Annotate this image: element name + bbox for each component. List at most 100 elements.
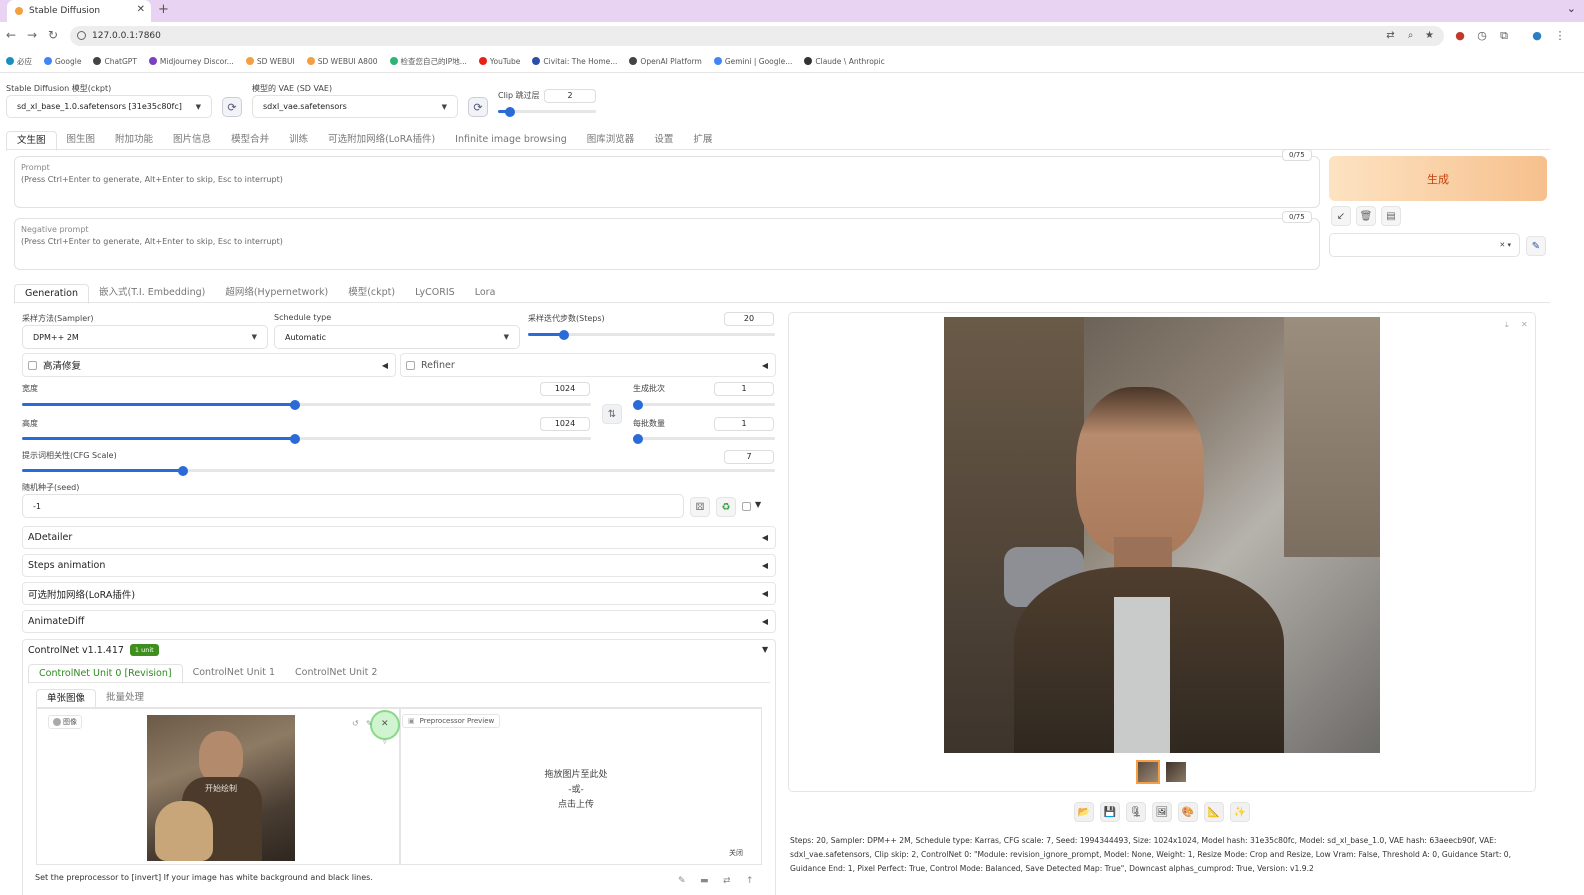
seed-input[interactable]: -1 [22, 494, 684, 518]
extensions-puzzle-icon[interactable]: ⧉ [1498, 30, 1510, 42]
brush-icon[interactable]: ▿ [383, 738, 387, 746]
close-gallery-icon[interactable]: ✕ [1521, 320, 1528, 329]
download-icon[interactable]: ⤓ [1505, 320, 1509, 330]
batch-count-input[interactable]: 1 [714, 382, 774, 396]
batch-size-input[interactable]: 1 [714, 417, 774, 431]
bookmark-item[interactable]: YouTube [478, 57, 520, 66]
back-icon[interactable]: ← [6, 28, 16, 42]
bookmark-item[interactable]: ChatGPT [93, 57, 137, 66]
start-drawing-overlay[interactable]: 开始绘制 [147, 783, 295, 794]
sub-tab-5[interactable]: Lora [465, 284, 506, 304]
swap-dimensions-button[interactable]: ⇅ [602, 404, 622, 424]
controlnet-image-tab-1[interactable]: 批量处理 [96, 689, 154, 709]
slider-knob[interactable] [290, 433, 301, 444]
address-bar[interactable]: 127.0.0.1:7860 ⇄ ⌕ ★ [70, 26, 1444, 46]
reload-icon[interactable]: ↻ [48, 28, 58, 42]
send-to-inpaint-button[interactable]: 🎨 [1178, 802, 1198, 822]
clear-prompt-button[interactable]: 🗑 [1356, 206, 1376, 226]
height-input[interactable]: 1024 [540, 417, 590, 431]
expand-triangle-icon[interactable]: ▼ [762, 645, 768, 654]
upload-dropzone[interactable]: 拖放图片至此处 -或- 点击上传 [500, 768, 652, 813]
generate-button[interactable]: 生成 [1329, 156, 1547, 201]
sub-tab-0[interactable]: Generation [14, 284, 89, 304]
bookmark-star-icon[interactable]: ★ [1424, 30, 1435, 41]
slider-knob[interactable] [633, 399, 643, 410]
controlnet-image-tab-0[interactable]: 单张图像 [36, 689, 97, 709]
prompt-textarea[interactable]: Prompt (Press Ctrl+Enter to generate, Al… [14, 156, 1320, 208]
thumbnail-1[interactable] [1136, 760, 1160, 784]
edit-styles-button[interactable]: ✎ [1526, 236, 1546, 256]
ckpt-select[interactable]: sd_xl_base_1.0.safetensors [31e35c80fc] … [6, 95, 212, 118]
controlnet-header[interactable]: ControlNet v1.1.417 1 unit [28, 644, 159, 656]
undo-icon[interactable]: ↺ [352, 719, 359, 728]
bookmark-item[interactable]: Midjourney Discor... [148, 57, 234, 66]
negative-prompt-textarea[interactable]: Negative prompt (Press Ctrl+Enter to gen… [14, 218, 1320, 270]
main-tab-9[interactable]: 设置 [644, 131, 683, 151]
slider-knob[interactable] [633, 433, 643, 444]
cfg-slider[interactable] [22, 465, 775, 476]
webcam-icon[interactable]: ▬ [700, 876, 709, 886]
translate-icon[interactable]: ⇄ [1385, 30, 1396, 41]
random-seed-button[interactable]: ⚄ [690, 497, 710, 517]
hires-fix-accordion[interactable]: 高清修复 ◀ [22, 353, 396, 377]
vae-select[interactable]: sdxl_vae.safetensors ▼ [252, 95, 458, 118]
read-params-button[interactable]: ↙ [1331, 206, 1351, 226]
bookmark-item[interactable]: OpenAI Platform [629, 57, 702, 66]
sparkle-button[interactable]: ✨ [1230, 802, 1250, 822]
main-tab-3[interactable]: 图片信息 [163, 131, 221, 151]
main-tab-8[interactable]: 图库浏览器 [577, 131, 645, 151]
accordion-3[interactable]: AnimateDiff ◀ [22, 610, 776, 633]
steps-input[interactable]: 20 [724, 312, 774, 326]
styles-select[interactable]: ✕ ▾ [1329, 233, 1520, 257]
extension-record-icon[interactable]: ● [1454, 30, 1466, 42]
main-tab-1[interactable]: 图生图 [57, 131, 106, 151]
slider-knob[interactable] [178, 465, 189, 476]
refiner-checkbox[interactable] [406, 360, 415, 370]
open-folder-button[interactable]: 📂 [1074, 802, 1094, 822]
bookmark-item[interactable]: Google [44, 57, 81, 66]
bookmark-item[interactable]: Claude \ Anthropic [804, 57, 885, 66]
schedule-select[interactable]: Automatic ▼ [274, 325, 520, 349]
sub-tab-3[interactable]: 模型(ckpt) [338, 284, 405, 304]
height-slider[interactable] [22, 433, 591, 444]
controlnet-unit-tab-0[interactable]: ControlNet Unit 0 [Revision] [28, 664, 183, 684]
reuse-seed-button[interactable]: ♻ [716, 497, 736, 517]
new-tab-icon[interactable]: + [158, 2, 169, 17]
extra-seed-triangle-icon[interactable]: ▼ [755, 500, 761, 509]
sub-tab-1[interactable]: 嵌入式(T.I. Embedding) [89, 284, 215, 304]
clear-chevron-icon[interactable]: ✕ ▾ [1499, 241, 1511, 249]
close-tab-icon[interactable]: ✕ [137, 4, 145, 15]
sampler-select[interactable]: DPM++ 2M ▼ [22, 325, 268, 349]
styles-panel-button[interactable]: ▤ [1381, 206, 1401, 226]
accordion-2[interactable]: 可选附加网络(LoRA插件) ◀ [22, 582, 776, 605]
refresh-vae-button[interactable]: ⟳ [468, 97, 488, 117]
main-tab-4[interactable]: 模型合并 [221, 131, 279, 151]
bookmark-item[interactable]: Gemini | Google... [713, 57, 792, 66]
sub-tab-4[interactable]: LyCORIS [405, 284, 465, 304]
bookmark-item[interactable]: SD WEBUI A800 [306, 57, 378, 66]
close-preview-button[interactable]: 关闭 [729, 848, 743, 858]
mirror-icon[interactable]: ⇄ [723, 876, 731, 886]
forward-icon[interactable]: → [27, 28, 37, 42]
bookmark-item[interactable]: 检查您自己的IP地... [389, 56, 467, 67]
refiner-accordion[interactable]: Refiner ◀ [400, 353, 776, 377]
zip-button[interactable]: 🗜 [1126, 802, 1146, 822]
slider-knob[interactable] [505, 106, 516, 117]
batch-size-slider[interactable] [633, 433, 775, 444]
batch-count-slider[interactable] [633, 399, 775, 410]
clip-skip-input[interactable]: 2 [544, 89, 596, 103]
main-tab-7[interactable]: Infinite image browsing [445, 131, 577, 151]
main-tab-2[interactable]: 附加功能 [105, 131, 163, 151]
browser-tab[interactable]: Stable Diffusion ✕ [7, 0, 151, 22]
main-tab-5[interactable]: 训练 [279, 131, 318, 151]
new-canvas-icon[interactable]: ✎ [678, 876, 686, 886]
main-tab-10[interactable]: 扩展 [683, 131, 722, 151]
zoom-icon[interactable]: ⌕ [1405, 30, 1416, 41]
slider-knob[interactable] [290, 399, 301, 410]
send-dimensions-icon[interactable]: ↑ [746, 876, 754, 886]
clip-skip-slider[interactable] [498, 106, 596, 117]
clear-image-icon[interactable]: ✕ [381, 719, 389, 729]
save-button[interactable]: 💾 [1100, 802, 1120, 822]
accordion-1[interactable]: Steps animation ◀ [22, 554, 776, 577]
site-info-icon[interactable] [77, 31, 86, 40]
